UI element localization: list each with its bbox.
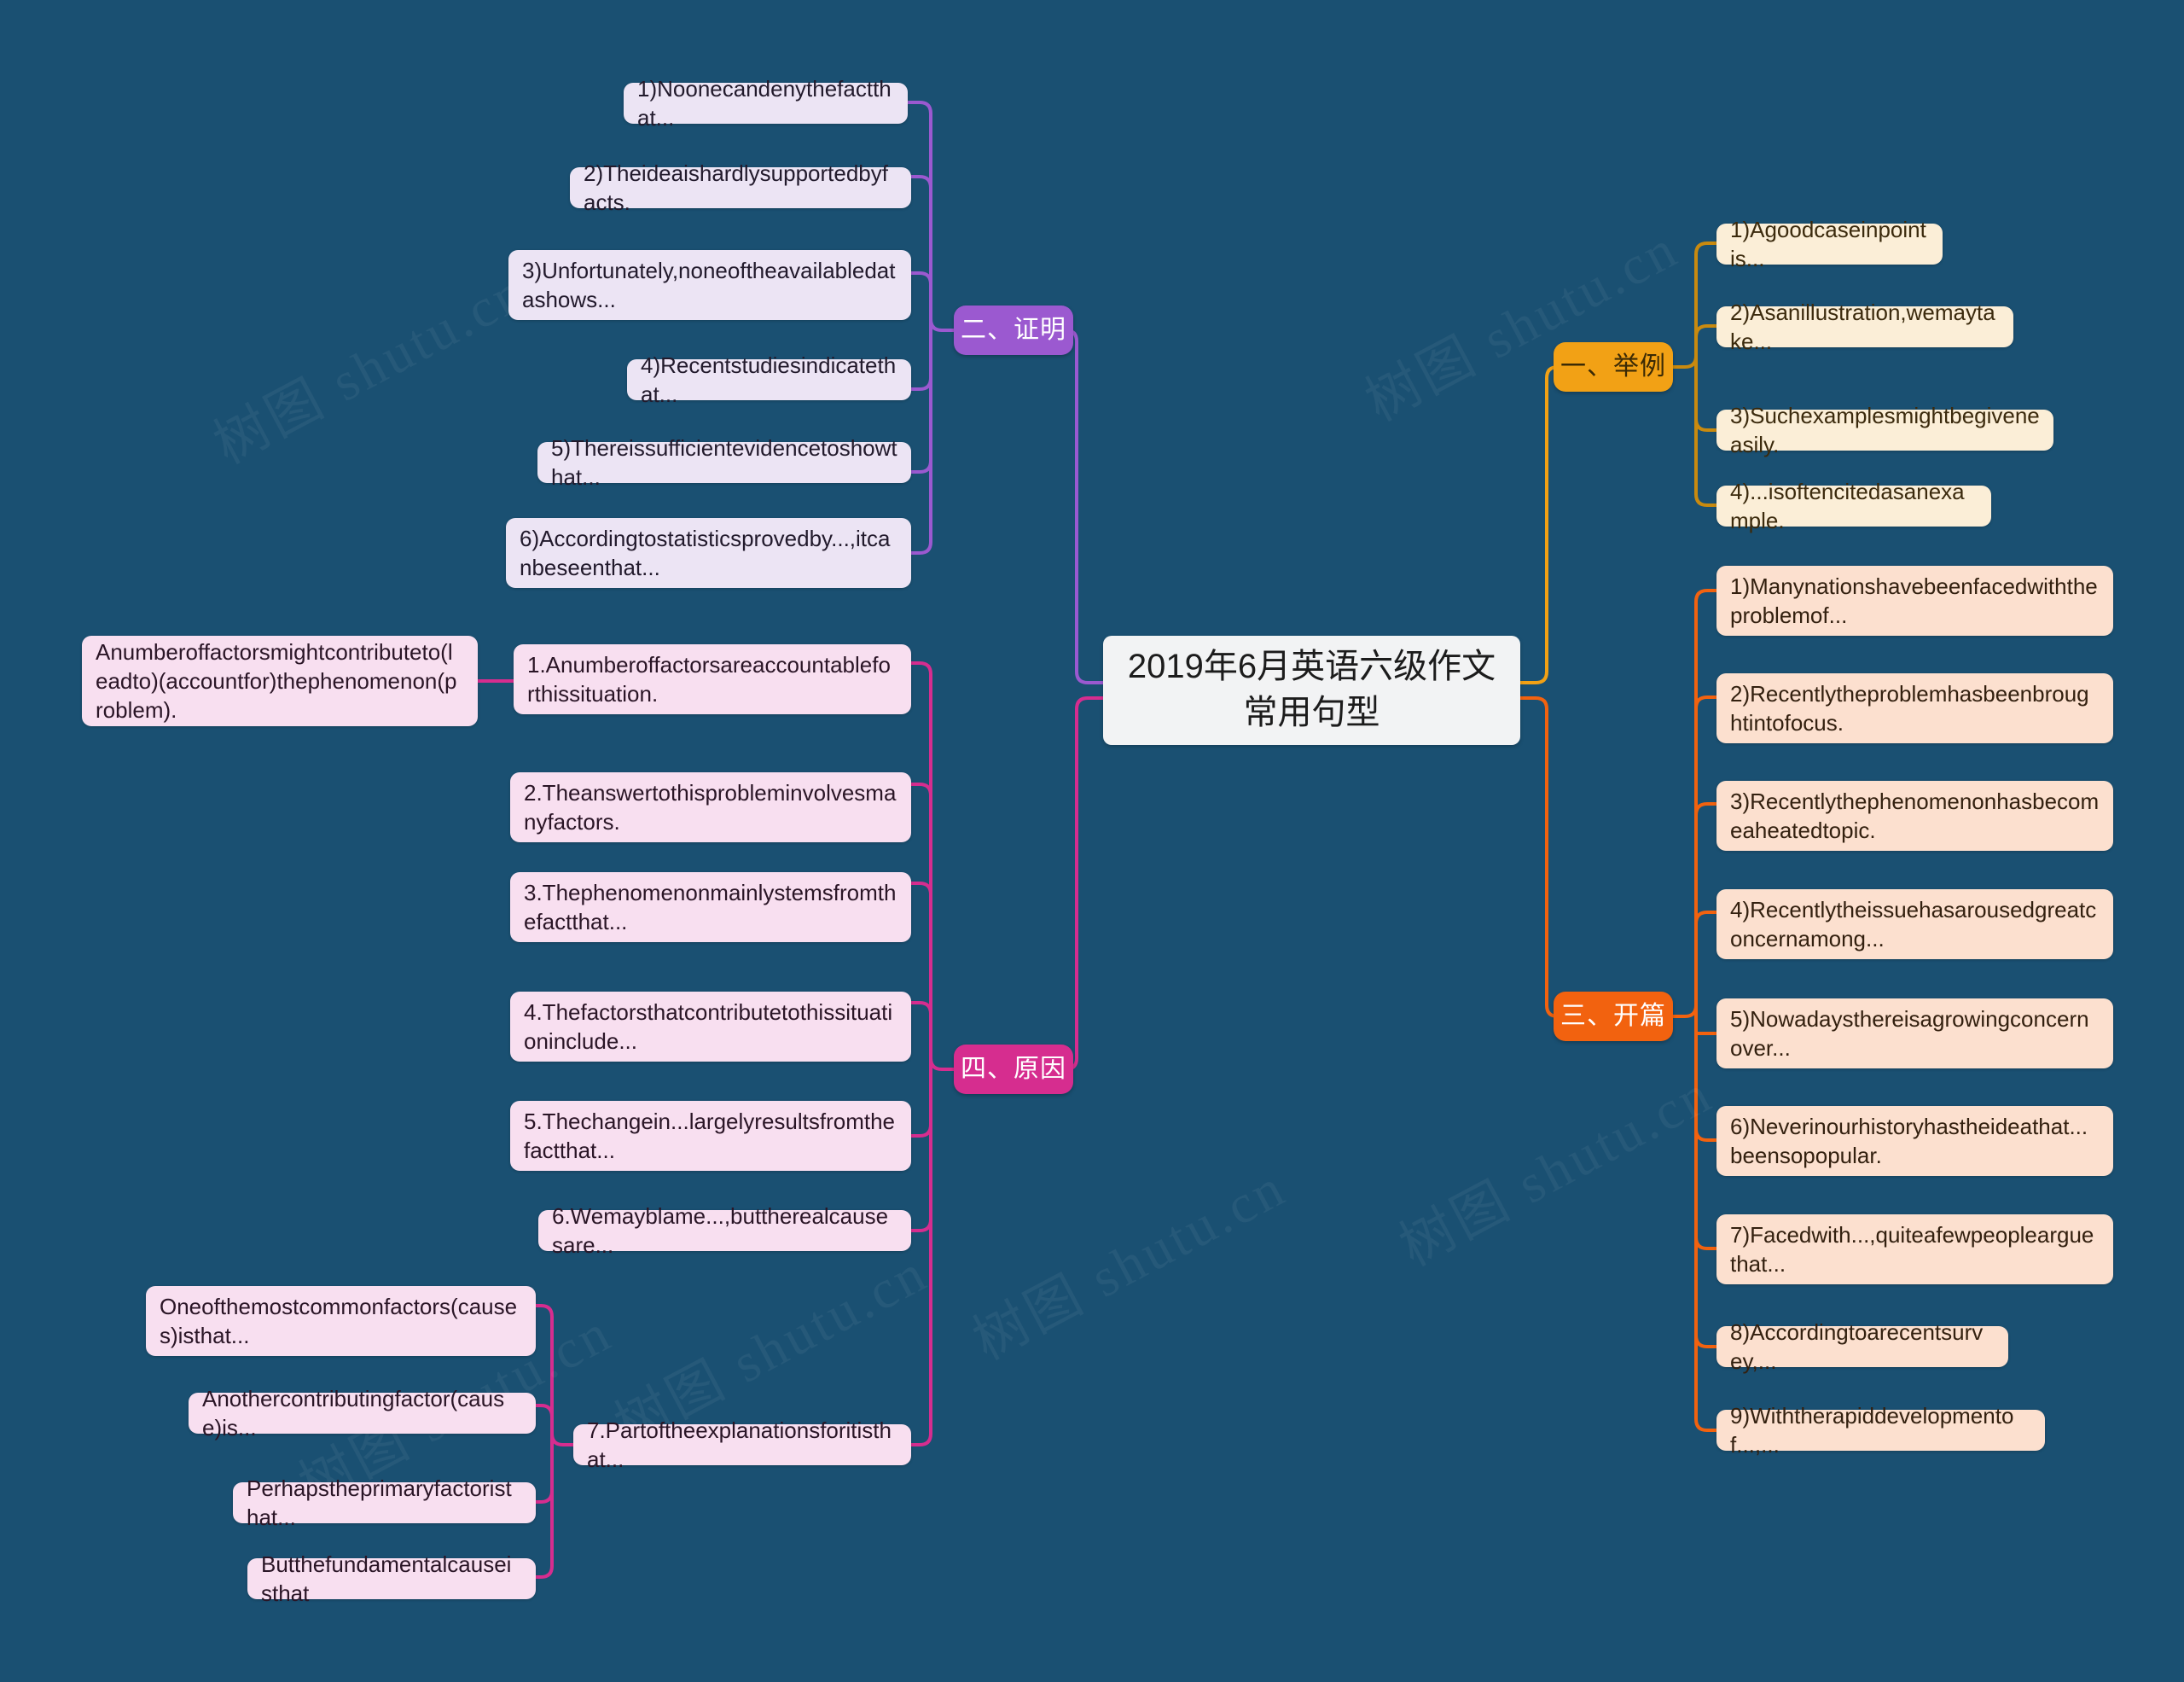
- leaf-example-4[interactable]: 4)...isoftencitedasanexample.: [1716, 479, 1991, 533]
- branch-label-proof[interactable]: 二、证明: [954, 306, 1073, 355]
- leaf-cause-7-sub-1[interactable]: Oneofthemostcommonfactors(causes)isthat.…: [146, 1286, 536, 1356]
- leaf-opening-6[interactable]: 6)Neverinourhistoryhastheideathat...been…: [1716, 1106, 2113, 1176]
- leaf-cause-3[interactable]: 3.Thephenomenonmainlystemsfromthefacttha…: [510, 872, 911, 942]
- leaf-proof-5[interactable]: 5)Thereissufficientevidencetoshowthat...: [537, 435, 911, 490]
- leaf-proof-6[interactable]: 6)Accordingtostatisticsprovedby...,itcan…: [506, 518, 911, 588]
- leaf-opening-2[interactable]: 2)Recentlytheproblemhasbeenbroughtintofo…: [1716, 673, 2113, 743]
- branch-label-example[interactable]: 一、举例: [1554, 342, 1673, 392]
- leaf-cause-2[interactable]: 2.Theanswertothisprobleminvolvesmanyfact…: [510, 772, 911, 842]
- watermark: 树图 shutu.cn: [963, 1155, 1296, 1371]
- branch-label-cause[interactable]: 四、原因: [954, 1045, 1073, 1094]
- leaf-cause-1-sub-1[interactable]: Anumberoffactorsmightcontributeto(leadto…: [82, 636, 478, 726]
- leaf-proof-2[interactable]: 2)Theideaishardlysupportedbyfacts.: [570, 160, 911, 215]
- leaf-example-1[interactable]: 1)Agoodcaseinpointis...: [1716, 217, 1943, 271]
- leaf-example-2[interactable]: 2)Asanillustration,wemaytake...: [1716, 300, 2013, 354]
- mindmap-canvas: 树图 shutu.cn 树图 shutu.cn 树图 shutu.cn 树图 s…: [0, 0, 2184, 1682]
- watermark: 树图 shutu.cn: [1356, 217, 1688, 433]
- leaf-opening-8[interactable]: 8)Accordingtoarecentsurvey,...: [1716, 1319, 2008, 1374]
- root-node[interactable]: 2019年6月英语六级作文常用句型: [1103, 636, 1520, 745]
- leaf-example-3[interactable]: 3)Suchexamplesmightbegiveneasily.: [1716, 403, 2053, 457]
- leaf-cause-7-sub-3[interactable]: Perhapstheprimaryfactoristhat...: [233, 1475, 536, 1530]
- leaf-cause-7[interactable]: 7.Partoftheexplanationsforitisthat...: [573, 1417, 911, 1472]
- leaf-cause-1[interactable]: 1.Anumberoffactorsareaccountableforthiss…: [514, 644, 911, 714]
- leaf-proof-3[interactable]: 3)Unfortunately,noneoftheavailabledatash…: [508, 250, 911, 320]
- leaf-opening-5[interactable]: 5)Nowadaysthereisagrowingconcernover...: [1716, 998, 2113, 1068]
- leaf-opening-7[interactable]: 7)Facedwith...,quiteafewpeoplearguethat.…: [1716, 1214, 2113, 1284]
- leaf-opening-9[interactable]: 9)Withtherapiddevelopmentof...,...: [1716, 1403, 2045, 1458]
- leaf-opening-3[interactable]: 3)Recentlythephenomenonhasbecomeaheatedt…: [1716, 781, 2113, 851]
- leaf-cause-6[interactable]: 6.Wemayblame...,buttherealcausesare...: [538, 1203, 911, 1258]
- watermark: 树图 shutu.cn: [204, 259, 537, 475]
- leaf-cause-7-sub-4[interactable]: Butthefundamentalcauseisthat: [247, 1551, 536, 1606]
- branch-label-opening[interactable]: 三、开篇: [1554, 992, 1673, 1041]
- leaf-opening-4[interactable]: 4)Recentlytheissuehasarousedgreatconcern…: [1716, 889, 2113, 959]
- leaf-proof-1[interactable]: 1)Noonecandenythefactthat...: [624, 76, 908, 131]
- leaf-opening-1[interactable]: 1)Manynationshavebeenfacedwiththeproblem…: [1716, 566, 2113, 636]
- watermark: 树图 shutu.cn: [1390, 1062, 1722, 1278]
- leaf-cause-7-sub-2[interactable]: Anothercontributingfactor(cause)is...: [189, 1386, 536, 1440]
- leaf-cause-4[interactable]: 4.Thefactorsthatcontributetothissituatio…: [510, 992, 911, 1062]
- leaf-cause-5[interactable]: 5.Thechangein...largelyresultsfromthefac…: [510, 1101, 911, 1171]
- leaf-proof-4[interactable]: 4)Recentstudiesindicatethat...: [627, 352, 911, 407]
